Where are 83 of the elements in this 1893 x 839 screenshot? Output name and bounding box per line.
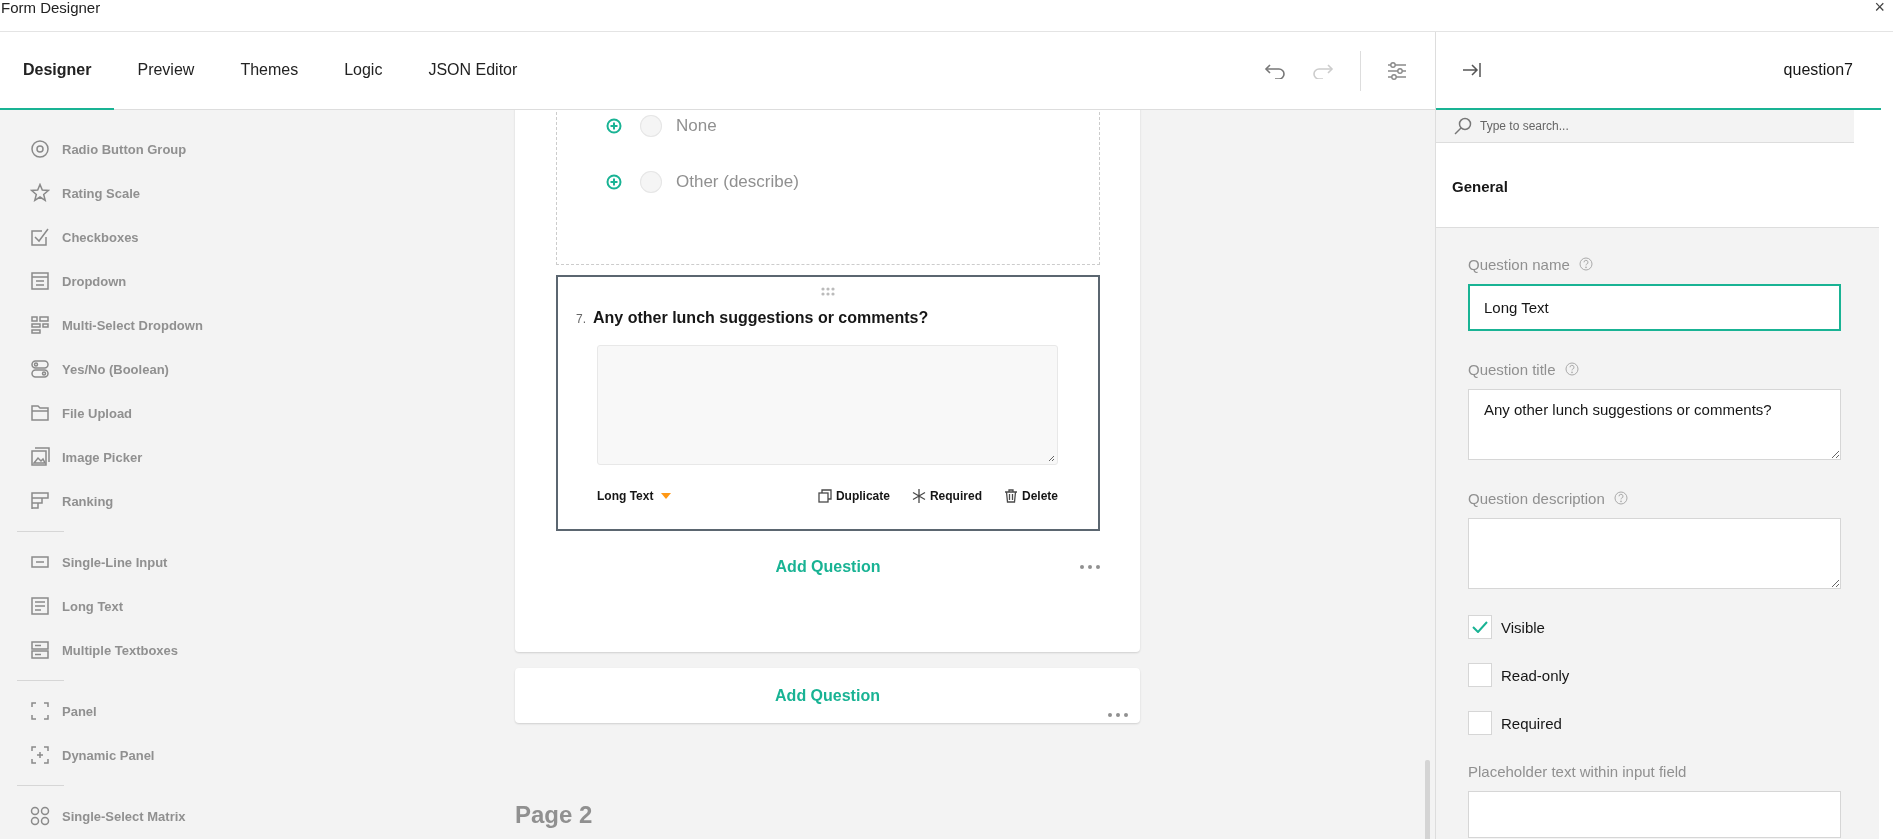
- question-title[interactable]: Any other lunch suggestions or comments?: [593, 309, 929, 327]
- toolbox-item[interactable]: Panel: [0, 689, 250, 733]
- file-icon: [30, 403, 50, 423]
- help-icon[interactable]: [1613, 491, 1628, 505]
- delete-button[interactable]: Delete: [1003, 489, 1058, 503]
- checkbox[interactable]: [1468, 663, 1492, 687]
- checkbox[interactable]: [1468, 711, 1492, 735]
- copy-icon: [817, 489, 832, 503]
- undo-icon[interactable]: [1264, 62, 1286, 79]
- toolbox-item[interactable]: Single-Select Matrix: [0, 794, 250, 838]
- ranking-icon: [30, 491, 50, 511]
- field-label: Question title: [1468, 360, 1556, 378]
- required-button[interactable]: Required: [911, 489, 982, 503]
- add-question-button[interactable]: Add Question: [775, 558, 881, 576]
- comment-icon: [30, 596, 50, 616]
- radio-button[interactable]: [640, 115, 662, 137]
- toolbox-item[interactable]: Rating Scale: [0, 171, 250, 215]
- add-icon[interactable]: [606, 174, 622, 190]
- asterisk-icon: [911, 489, 926, 503]
- paneldynamic-icon: [30, 745, 50, 765]
- more-icon[interactable]: [1108, 713, 1128, 717]
- tagbox-icon: [30, 315, 50, 335]
- text-field[interactable]: Long Text: [1468, 284, 1841, 331]
- panel-title: question7: [1783, 61, 1853, 79]
- image-icon: [30, 447, 50, 467]
- add-question-button[interactable]: Add Question: [775, 686, 880, 705]
- matrix-icon: [30, 806, 50, 826]
- question-type-dropdown[interactable]: Long Text: [597, 489, 672, 503]
- text-field[interactable]: [1468, 791, 1841, 838]
- toolbox-item[interactable]: Single-Line Input: [0, 540, 250, 584]
- toolbox-item[interactable]: Dynamic Panel: [0, 733, 250, 777]
- toolbox-item[interactable]: Checkboxes: [0, 215, 250, 259]
- field-label: Placeholder text within input field: [1468, 762, 1687, 780]
- caret-icon: [661, 493, 672, 499]
- tab[interactable]: Logic: [321, 32, 406, 110]
- answer-box[interactable]: [597, 345, 1058, 465]
- radio-icon: [30, 139, 50, 159]
- question-number: 7.: [576, 312, 586, 326]
- selected-question[interactable]: 7. Any other lunch suggestions or comments? Long Text Duplicate Required Delete: [556, 275, 1100, 531]
- toolbox-item[interactable]: Ranking: [0, 479, 250, 523]
- checkbox-icon: [30, 227, 50, 247]
- page-title: Page 2: [515, 801, 594, 829]
- drag-handle-icon[interactable]: [820, 287, 835, 296]
- close-button[interactable]: ×: [1874, 0, 1885, 14]
- choice-label: Other (describe): [676, 172, 799, 192]
- rating-icon: [30, 183, 50, 203]
- tab[interactable]: Preview: [114, 32, 218, 110]
- choice-label: None: [676, 116, 717, 136]
- settings-icon[interactable]: [1387, 60, 1407, 81]
- checkbox-label: Required: [1501, 714, 1562, 732]
- dropdown-icon: [30, 271, 50, 291]
- toolbox-item[interactable]: File Upload: [0, 391, 250, 435]
- check-icon: [1472, 621, 1488, 633]
- tab[interactable]: Themes: [217, 32, 322, 110]
- toolbox-item[interactable]: Long Text: [0, 584, 250, 628]
- checkbox-label: Read-only: [1501, 666, 1570, 684]
- checkbox-label: Visible: [1501, 618, 1545, 636]
- toolbox-item[interactable]: Dropdown: [0, 259, 250, 303]
- boolean-icon: [30, 359, 50, 379]
- scrollbar[interactable]: [1425, 760, 1430, 839]
- more-icon[interactable]: [1080, 565, 1100, 569]
- text-area[interactable]: [1468, 518, 1841, 589]
- add-icon[interactable]: [606, 118, 622, 134]
- panel-icon: [30, 701, 50, 721]
- tab[interactable]: JSON Editor: [405, 32, 541, 110]
- checkbox[interactable]: [1468, 615, 1492, 639]
- toolbox-item[interactable]: Image Picker: [0, 435, 250, 479]
- toolbox-item[interactable]: Yes/No (Boolean): [0, 347, 250, 391]
- radio-button[interactable]: [640, 171, 662, 193]
- help-icon[interactable]: [1564, 362, 1579, 376]
- search-icon: [1454, 117, 1472, 135]
- field-label: Question name: [1468, 255, 1570, 273]
- toolbox-item[interactable]: Radio Button Group: [0, 127, 250, 171]
- window-title: Form Designer: [1, 0, 101, 16]
- text-area[interactable]: Any other lunch suggestions or comments?: [1468, 389, 1841, 460]
- duplicate-button[interactable]: Duplicate: [817, 489, 890, 503]
- multipletext-icon: [30, 640, 50, 660]
- collapse-icon[interactable]: [1462, 62, 1482, 78]
- toolbox-item[interactable]: Multi-Select Dropdown: [0, 303, 250, 347]
- trash-icon: [1003, 489, 1018, 503]
- help-icon[interactable]: [1578, 257, 1593, 271]
- field-label: Question description: [1468, 489, 1605, 507]
- toolbox-item[interactable]: Multiple Textboxes: [0, 628, 250, 672]
